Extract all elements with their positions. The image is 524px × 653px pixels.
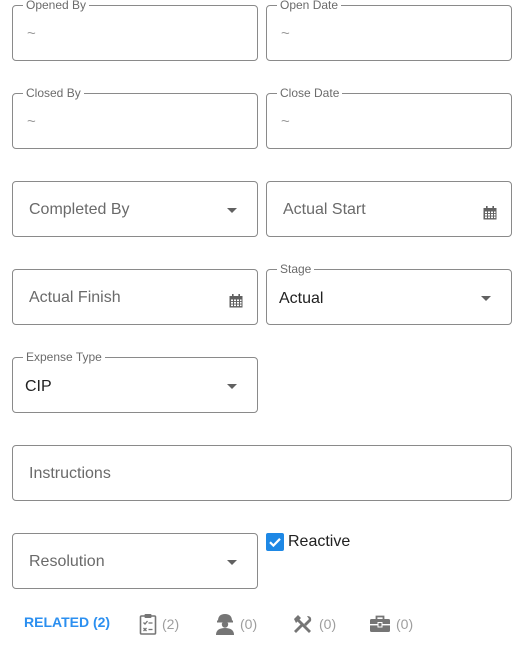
kits-count: (0) <box>396 616 414 632</box>
opened-by-value: ~ <box>27 25 36 42</box>
toolbox-icon <box>370 615 390 632</box>
wrench-tools-icon <box>294 615 312 633</box>
tools-count: (0) <box>319 616 337 632</box>
stage-label: Stage <box>277 262 315 276</box>
actual-finish-placeholder: Actual Finish <box>29 289 121 306</box>
instructions-placeholder: Instructions <box>29 465 111 482</box>
related-tabs: RELATED (2) (2) (0) (0) (0) <box>0 612 524 638</box>
chevron-down-icon <box>227 208 237 213</box>
open-date-label: Open Date <box>277 0 342 12</box>
closed-by-field: Closed By ~ <box>12 86 258 149</box>
open-date-field: Open Date ~ <box>266 0 512 61</box>
closed-by-value: ~ <box>27 113 36 130</box>
completed-by-select[interactable]: Completed By <box>12 181 258 237</box>
workers-count: (0) <box>240 616 258 632</box>
stage-value: Actual <box>279 290 324 307</box>
close-date-value: ~ <box>281 113 290 130</box>
tab-kits[interactable]: (0) <box>369 612 413 636</box>
actual-start-input[interactable]: Actual Start <box>266 181 512 237</box>
tab-workers[interactable]: (0) <box>215 612 257 636</box>
expense-type-value: CIP <box>25 378 52 395</box>
expense-type-select[interactable]: Expense Type CIP <box>12 350 258 413</box>
opened-by-field: Opened By ~ <box>12 0 258 61</box>
completed-by-placeholder: Completed By <box>29 201 130 218</box>
chevron-down-icon <box>481 296 491 301</box>
actual-finish-input[interactable]: Actual Finish <box>12 269 258 325</box>
closed-by-label: Closed By <box>23 86 84 100</box>
opened-by-label: Opened By <box>23 0 90 12</box>
stage-select[interactable]: Stage Actual <box>266 262 512 325</box>
instructions-input[interactable]: Instructions <box>12 445 512 501</box>
tab-checklist[interactable]: (2) <box>139 612 179 636</box>
resolution-placeholder: Resolution <box>29 553 105 570</box>
tab-related[interactable]: RELATED (2) <box>24 614 110 630</box>
resolution-select[interactable]: Resolution <box>12 533 258 589</box>
reactive-label[interactable]: Reactive <box>288 533 350 551</box>
chevron-down-icon <box>227 560 237 565</box>
tab-tools[interactable]: (0) <box>292 612 336 636</box>
actual-start-placeholder: Actual Start <box>283 201 366 218</box>
close-date-field: Close Date ~ <box>266 86 512 149</box>
clipboard-checklist-icon <box>139 614 157 635</box>
expense-type-label: Expense Type <box>23 350 105 364</box>
open-date-value: ~ <box>281 25 290 42</box>
calendar-icon[interactable] <box>229 294 243 308</box>
chevron-down-icon <box>227 384 237 389</box>
worker-hardhat-icon <box>216 614 234 635</box>
close-date-label: Close Date <box>277 86 343 100</box>
reactive-checkbox[interactable] <box>266 533 284 551</box>
checkmark-icon <box>269 538 281 548</box>
checklist-count: (2) <box>162 616 180 632</box>
calendar-icon[interactable] <box>483 206 497 220</box>
